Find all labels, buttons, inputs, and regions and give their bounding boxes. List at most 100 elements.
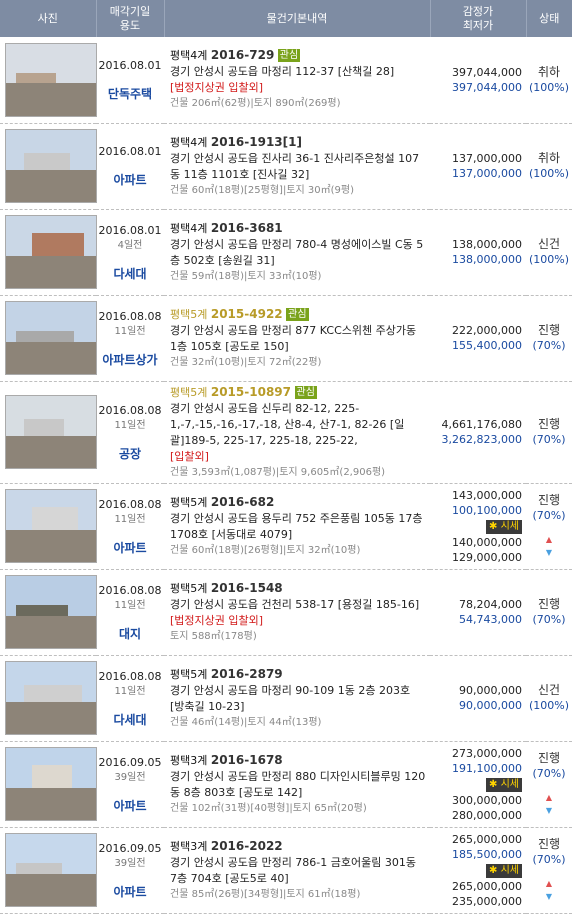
case-number-link[interactable]: 2016-682 bbox=[211, 495, 274, 509]
property-photo[interactable] bbox=[5, 129, 97, 203]
date-cell: 2016.08.08 11일전 아파트상가 bbox=[96, 295, 164, 382]
market-high: 300,000,000 bbox=[452, 793, 522, 807]
listing-row[interactable]: 2016.09.05 39일전 아파트 평택3계 2016-1678 경기 안성… bbox=[0, 741, 572, 828]
property-use: 아파트 bbox=[113, 540, 147, 555]
case-number-link[interactable]: 2015-10897 bbox=[211, 385, 291, 399]
market-price-button[interactable]: ✱ 시세 bbox=[486, 863, 522, 878]
property-use: 대지 bbox=[118, 626, 142, 641]
listing-row[interactable]: 2016.08.08 11일전 대지 평택5계 2016-1548 경기 안성시… bbox=[0, 569, 572, 656]
status-text: 진행 bbox=[537, 417, 561, 431]
interest-badge[interactable]: 관심 bbox=[286, 307, 309, 321]
property-photo[interactable] bbox=[5, 575, 97, 649]
header-row: 사진 매각기일 용도 물건기본내역 감정가 최저가 상태 bbox=[0, 0, 572, 37]
property-photo[interactable] bbox=[5, 395, 97, 469]
court-division: 평택5계 bbox=[170, 581, 208, 595]
property-photo[interactable] bbox=[5, 215, 97, 289]
listing-row[interactable]: 2016.08.08 11일전 아파트상가 평택5계 2015-4922 관심 … bbox=[0, 295, 572, 382]
case-number-link[interactable]: 2016-2879 bbox=[211, 667, 283, 681]
header-info: 물건기본내역 bbox=[164, 0, 431, 37]
sale-date: 2016.08.08 bbox=[98, 497, 162, 511]
market-low: 235,000,000 bbox=[452, 894, 522, 908]
case-number-link[interactable]: 2015-4922 bbox=[211, 307, 283, 321]
info-cell: 평택5계 2015-4922 관심 경기 안성시 공도읍 만정리 877 KCC… bbox=[164, 295, 430, 382]
special-tags: [법정지상권 입찰외] bbox=[170, 81, 264, 95]
listing-row[interactable]: 2016.08.01 단독주택 평택4계 2016-729 관심 경기 안성시 … bbox=[0, 37, 572, 124]
info-cell: 평택3계 2016-1678 경기 안성시 공도읍 만정리 880 디자인시티블… bbox=[164, 741, 430, 828]
appraisal-price: 265,000,000 bbox=[452, 832, 522, 846]
status-percent: (100%) bbox=[528, 167, 570, 180]
area-info: 건물 206㎡(62평)|토지 890㎡(269평) bbox=[170, 98, 341, 110]
property-photo[interactable] bbox=[5, 489, 97, 563]
status-text: 취하 bbox=[537, 64, 561, 79]
appraisal-price: 397,044,000 bbox=[452, 65, 522, 79]
listing-row[interactable]: 2016.09.05 39일전 아파트 평택3계 2016-2022 경기 안성… bbox=[0, 827, 572, 914]
trend-arrows: ▲ ▼ bbox=[526, 791, 572, 817]
price-cell: 4,661,176,080 3,262,823,000 bbox=[430, 381, 526, 484]
listing-row[interactable]: 2016.08.08 11일전 공장 평택5계 2015-10897 관심 경기… bbox=[0, 381, 572, 484]
case-number-link[interactable]: 2016-3681 bbox=[211, 221, 283, 235]
minimum-price: 397,044,000 bbox=[452, 80, 522, 94]
days-ago: 11일전 bbox=[114, 599, 146, 611]
property-photo[interactable] bbox=[5, 42, 97, 117]
status-text: 진행 bbox=[537, 837, 561, 851]
days-ago: 4일전 bbox=[117, 239, 143, 251]
header-photo: 사진 bbox=[0, 0, 97, 37]
property-photo[interactable] bbox=[5, 661, 97, 735]
status-percent: (70%) bbox=[532, 613, 566, 626]
minimum-price: 100,100,000 bbox=[452, 503, 522, 517]
listing-row[interactable]: 2016.08.01 아파트 평택4계 2016-1913[1] 경기 안성시 … bbox=[0, 123, 572, 210]
market-price-button[interactable]: ✱ 시세 bbox=[486, 519, 522, 534]
date-cell: 2016.08.08 11일전 공장 bbox=[96, 381, 164, 484]
minimum-price: 138,000,000 bbox=[452, 253, 522, 266]
case-number-link[interactable]: 2016-1548 bbox=[211, 581, 283, 595]
price-cell: 397,044,000 397,044,000 bbox=[430, 37, 526, 124]
market-price-button[interactable]: ✱ 시세 bbox=[486, 777, 522, 792]
minimum-price: 54,743,000 bbox=[459, 613, 522, 626]
status-cell: 신건 (100%) bbox=[526, 209, 572, 296]
property-photo[interactable] bbox=[5, 833, 97, 907]
appraisal-price: 137,000,000 bbox=[452, 152, 522, 165]
address: 경기 안성시 공도읍 만정리 880 디자인시티블루밍 120동 8층 803호… bbox=[170, 769, 426, 799]
property-photo[interactable] bbox=[5, 301, 97, 375]
up-arrow-icon: ▲ bbox=[545, 535, 553, 544]
appraisal-price: 138,000,000 bbox=[452, 238, 522, 251]
sale-date: 2016.08.08 bbox=[98, 669, 162, 683]
property-photo[interactable] bbox=[5, 747, 97, 821]
sale-date: 2016.08.01 bbox=[98, 145, 162, 158]
address: 경기 안성시 공도읍 용두리 752 주은풍림 105동 17층 1708호 [… bbox=[170, 511, 423, 541]
interest-badge[interactable]: 관심 bbox=[277, 49, 301, 63]
minimum-price: 191,100,000 bbox=[452, 761, 522, 775]
property-use: 아파트 bbox=[113, 173, 147, 187]
info-cell: 평택4계 2016-729 관심 경기 안성시 공도읍 마정리 112-37 [… bbox=[164, 37, 430, 124]
days-ago: 11일전 bbox=[114, 685, 146, 697]
price-cell: 265,000,000 185,500,000 ✱ 시세 265,000,000… bbox=[430, 827, 526, 914]
interest-badge[interactable]: 관심 bbox=[294, 385, 317, 399]
case-number-link[interactable]: 2016-1913[1] bbox=[211, 135, 302, 149]
market-high: 265,000,000 bbox=[452, 879, 522, 893]
minimum-price: 137,000,000 bbox=[452, 167, 522, 180]
days-ago: 11일전 bbox=[114, 325, 146, 337]
case-number-link[interactable]: 2016-1678 bbox=[211, 753, 283, 767]
area-info: 건물 59㎡(18평)|토지 33㎡(10평) bbox=[170, 270, 322, 282]
status-cell: 진행 (70%) ▲ ▼ bbox=[526, 483, 572, 570]
sale-date: 2016.08.01 bbox=[98, 58, 162, 72]
case-number-link[interactable]: 2016-729 bbox=[211, 48, 274, 62]
status-cell: 진행 (70%) ▲ ▼ bbox=[526, 741, 572, 828]
case-number-link[interactable]: 2016-2022 bbox=[211, 839, 283, 853]
status-text: 진행 bbox=[537, 493, 561, 507]
photo-cell bbox=[0, 569, 97, 656]
market-low: 129,000,000 bbox=[452, 550, 522, 564]
header-date-use: 매각기일 용도 bbox=[96, 0, 165, 37]
info-cell: 평택4계 2016-1913[1] 경기 안성시 공도읍 진사리 36-1 진사… bbox=[164, 123, 430, 210]
listing-row[interactable]: 2016.08.08 11일전 다세대 평택5계 2016-2879 경기 안성… bbox=[0, 655, 572, 742]
court-division: 평택4계 bbox=[170, 135, 208, 149]
info-cell: 평택5계 2016-1548 경기 안성시 공도읍 건천리 538-17 [용정… bbox=[164, 569, 430, 656]
days-ago: 11일전 bbox=[114, 419, 146, 431]
photo-cell bbox=[0, 483, 97, 570]
info-cell: 평택5계 2016-2879 경기 안성시 공도읍 마정리 90-109 1동 … bbox=[164, 655, 430, 742]
listing-row[interactable]: 2016.08.08 11일전 아파트 평택5계 2016-682 경기 안성시… bbox=[0, 483, 572, 570]
listing-row[interactable]: 2016.08.01 4일전 다세대 평택4계 2016-3681 경기 안성시… bbox=[0, 209, 572, 296]
court-division: 평택4계 bbox=[170, 49, 208, 63]
up-arrow-icon: ▲ bbox=[545, 879, 553, 888]
appraisal-price: 4,661,176,080 bbox=[441, 418, 522, 431]
